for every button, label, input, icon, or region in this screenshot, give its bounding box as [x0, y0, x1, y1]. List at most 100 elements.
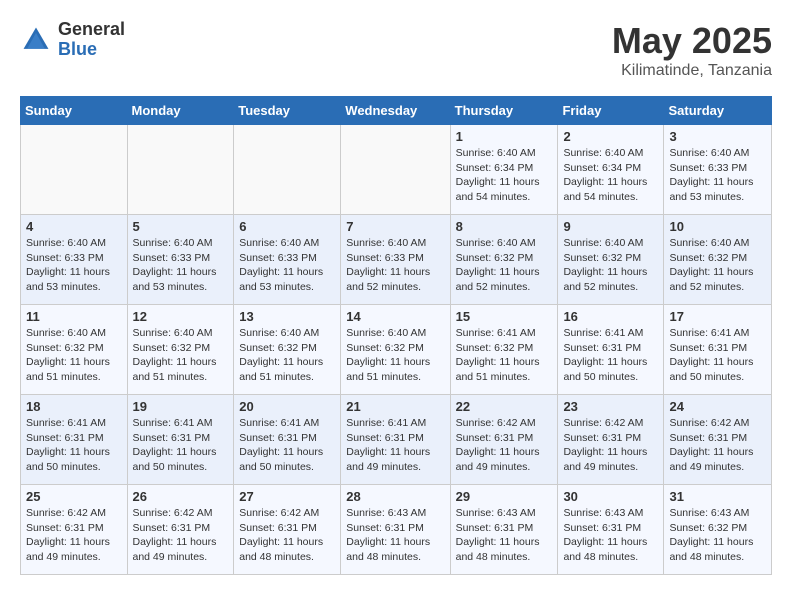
day-info: Sunrise: 6:43 AM Sunset: 6:31 PM Dayligh…: [346, 506, 444, 565]
calendar-cell: 16Sunrise: 6:41 AM Sunset: 6:31 PM Dayli…: [558, 305, 664, 395]
calendar-cell: 14Sunrise: 6:40 AM Sunset: 6:32 PM Dayli…: [341, 305, 450, 395]
day-number: 10: [669, 219, 766, 234]
calendar-cell: 20Sunrise: 6:41 AM Sunset: 6:31 PM Dayli…: [234, 395, 341, 485]
calendar-cell: 5 Sunrise: 6:40 AM Sunset: 6:33 PM Daylig…: [127, 215, 234, 305]
day-info: Sunrise: 6:40 AM Sunset: 6:33 PM Dayligh…: [346, 236, 444, 295]
day-number: 30: [563, 489, 658, 504]
day-number: 26: [133, 489, 229, 504]
calendar-cell: 6Sunrise: 6:40 AM Sunset: 6:33 PM Daylig…: [234, 215, 341, 305]
day-info: Sunrise: 6:43 AM Sunset: 6:31 PM Dayligh…: [456, 506, 553, 565]
day-number: 21: [346, 399, 444, 414]
day-number: 9: [563, 219, 658, 234]
day-info: Sunrise: 6:40 AM Sunset: 6:32 PM Dayligh…: [239, 326, 335, 385]
calendar-cell: 19 Sunrise: 6:41 AM Sunset: 6:31 PM Dayli…: [127, 395, 234, 485]
calendar-cell: [341, 125, 450, 215]
day-info: Sunrise: 6:41 AM Sunset: 6:31 PM Dayligh…: [239, 416, 335, 475]
day-info: Sunrise: 6:42 AM Sunset: 6:31 PM Dayligh…: [669, 416, 766, 475]
day-number: 24: [669, 399, 766, 414]
day-number: 16: [563, 309, 658, 324]
week-row-4: 18Sunrise: 6:41 AM Sunset: 6:31 PM Dayli…: [21, 395, 772, 485]
day-number: 11: [26, 309, 122, 324]
day-info: Sunrise: 6:40 AM Sunset: 6:33 PM Dayligh…: [669, 146, 766, 205]
day-info: Sunrise: 6:41 AM Sunset: 6:31 PM Dayligh…: [26, 416, 122, 475]
day-info: Sunrise: 6:40 AM Sunset: 6:32 PM Dayligh…: [26, 326, 122, 385]
calendar-cell: 1Sunrise: 6:40 AM Sunset: 6:34 PM Daylig…: [450, 125, 558, 215]
day-number: 29: [456, 489, 553, 504]
calendar-cell: [21, 125, 128, 215]
calendar-cell: 12 Sunrise: 6:40 AM Sunset: 6:32 PM Dayli…: [127, 305, 234, 395]
calendar-cell: 26 Sunrise: 6:42 AM Sunset: 6:31 PM Dayli…: [127, 485, 234, 575]
week-row-5: 25Sunrise: 6:42 AM Sunset: 6:31 PM Dayli…: [21, 485, 772, 575]
day-info: Sunrise: 6:40 AM Sunset: 6:32 PM Dayligh…: [563, 236, 658, 295]
day-info: Sunrise: 6:40 AM Sunset: 6:32 PM Dayligh…: [346, 326, 444, 385]
calendar-cell: 30 Sunrise: 6:43 AM Sunset: 6:31 PM Dayli…: [558, 485, 664, 575]
calendar-cell: 28 Sunrise: 6:43 AM Sunset: 6:31 PM Dayli…: [341, 485, 450, 575]
calendar-body: 1Sunrise: 6:40 AM Sunset: 6:34 PM Daylig…: [21, 125, 772, 575]
calendar-cell: 21 Sunrise: 6:41 AM Sunset: 6:31 PM Dayli…: [341, 395, 450, 485]
header-row: SundayMondayTuesdayWednesdayThursdayFrid…: [21, 97, 772, 125]
day-info: Sunrise: 6:41 AM Sunset: 6:31 PM Dayligh…: [133, 416, 229, 475]
calendar-cell: 25Sunrise: 6:42 AM Sunset: 6:31 PM Dayli…: [21, 485, 128, 575]
day-info: Sunrise: 6:40 AM Sunset: 6:33 PM Dayligh…: [239, 236, 335, 295]
day-number: 22: [456, 399, 553, 414]
logo: General Blue: [20, 20, 125, 60]
day-info: Sunrise: 6:42 AM Sunset: 6:31 PM Dayligh…: [26, 506, 122, 565]
day-info: Sunrise: 6:40 AM Sunset: 6:33 PM Dayligh…: [133, 236, 229, 295]
header-cell-wednesday: Wednesday: [341, 97, 450, 125]
logo-icon: [20, 24, 52, 56]
calendar-cell: 9 Sunrise: 6:40 AM Sunset: 6:32 PM Daylig…: [558, 215, 664, 305]
day-number: 23: [563, 399, 658, 414]
header-cell-friday: Friday: [558, 97, 664, 125]
day-info: Sunrise: 6:42 AM Sunset: 6:31 PM Dayligh…: [133, 506, 229, 565]
calendar-cell: 29 Sunrise: 6:43 AM Sunset: 6:31 PM Dayli…: [450, 485, 558, 575]
calendar-cell: [127, 125, 234, 215]
day-info: Sunrise: 6:43 AM Sunset: 6:32 PM Dayligh…: [669, 506, 766, 565]
logo-blue: Blue: [58, 40, 125, 60]
calendar-cell: 10 Sunrise: 6:40 AM Sunset: 6:32 PM Dayli…: [664, 215, 772, 305]
title-month: May 2025: [612, 20, 772, 62]
day-number: 28: [346, 489, 444, 504]
day-info: Sunrise: 6:40 AM Sunset: 6:32 PM Dayligh…: [133, 326, 229, 385]
calendar-cell: 7 Sunrise: 6:40 AM Sunset: 6:33 PM Daylig…: [341, 215, 450, 305]
day-info: Sunrise: 6:42 AM Sunset: 6:31 PM Dayligh…: [456, 416, 553, 475]
logo-text: General Blue: [58, 20, 125, 60]
day-number: 3: [669, 129, 766, 144]
day-number: 7: [346, 219, 444, 234]
calendar-cell: 17 Sunrise: 6:41 AM Sunset: 6:31 PM Dayli…: [664, 305, 772, 395]
page-header: General Blue May 2025 Kilimatinde, Tanza…: [20, 20, 772, 80]
title-location: Kilimatinde, Tanzania: [612, 62, 772, 80]
day-info: Sunrise: 6:41 AM Sunset: 6:31 PM Dayligh…: [346, 416, 444, 475]
day-number: 12: [133, 309, 229, 324]
day-info: Sunrise: 6:40 AM Sunset: 6:33 PM Dayligh…: [26, 236, 122, 295]
header-cell-sunday: Sunday: [21, 97, 128, 125]
calendar-cell: 11 Sunrise: 6:40 AM Sunset: 6:32 PM Dayli…: [21, 305, 128, 395]
calendar-header: SundayMondayTuesdayWednesdayThursdayFrid…: [21, 97, 772, 125]
day-number: 5: [133, 219, 229, 234]
week-row-1: 1Sunrise: 6:40 AM Sunset: 6:34 PM Daylig…: [21, 125, 772, 215]
header-cell-tuesday: Tuesday: [234, 97, 341, 125]
calendar-table: SundayMondayTuesdayWednesdayThursdayFrid…: [20, 96, 772, 575]
day-info: Sunrise: 6:42 AM Sunset: 6:31 PM Dayligh…: [239, 506, 335, 565]
calendar-cell: 15 Sunrise: 6:41 AM Sunset: 6:32 PM Dayli…: [450, 305, 558, 395]
day-info: Sunrise: 6:42 AM Sunset: 6:31 PM Dayligh…: [563, 416, 658, 475]
calendar-cell: 18Sunrise: 6:41 AM Sunset: 6:31 PM Dayli…: [21, 395, 128, 485]
day-number: 2: [563, 129, 658, 144]
day-number: 4: [26, 219, 122, 234]
calendar-cell: 4 Sunrise: 6:40 AM Sunset: 6:33 PM Daylig…: [21, 215, 128, 305]
day-info: Sunrise: 6:41 AM Sunset: 6:31 PM Dayligh…: [669, 326, 766, 385]
day-number: 17: [669, 309, 766, 324]
calendar-cell: 3 Sunrise: 6:40 AM Sunset: 6:33 PM Daylig…: [664, 125, 772, 215]
calendar-cell: 27Sunrise: 6:42 AM Sunset: 6:31 PM Dayli…: [234, 485, 341, 575]
header-cell-thursday: Thursday: [450, 97, 558, 125]
day-info: Sunrise: 6:40 AM Sunset: 6:32 PM Dayligh…: [669, 236, 766, 295]
day-number: 19: [133, 399, 229, 414]
week-row-3: 11 Sunrise: 6:40 AM Sunset: 6:32 PM Dayli…: [21, 305, 772, 395]
day-info: Sunrise: 6:40 AM Sunset: 6:34 PM Dayligh…: [456, 146, 553, 205]
day-info: Sunrise: 6:43 AM Sunset: 6:31 PM Dayligh…: [563, 506, 658, 565]
day-number: 31: [669, 489, 766, 504]
title-block: May 2025 Kilimatinde, Tanzania: [612, 20, 772, 80]
calendar-cell: 24 Sunrise: 6:42 AM Sunset: 6:31 PM Dayli…: [664, 395, 772, 485]
day-info: Sunrise: 6:41 AM Sunset: 6:32 PM Dayligh…: [456, 326, 553, 385]
header-cell-saturday: Saturday: [664, 97, 772, 125]
day-number: 15: [456, 309, 553, 324]
